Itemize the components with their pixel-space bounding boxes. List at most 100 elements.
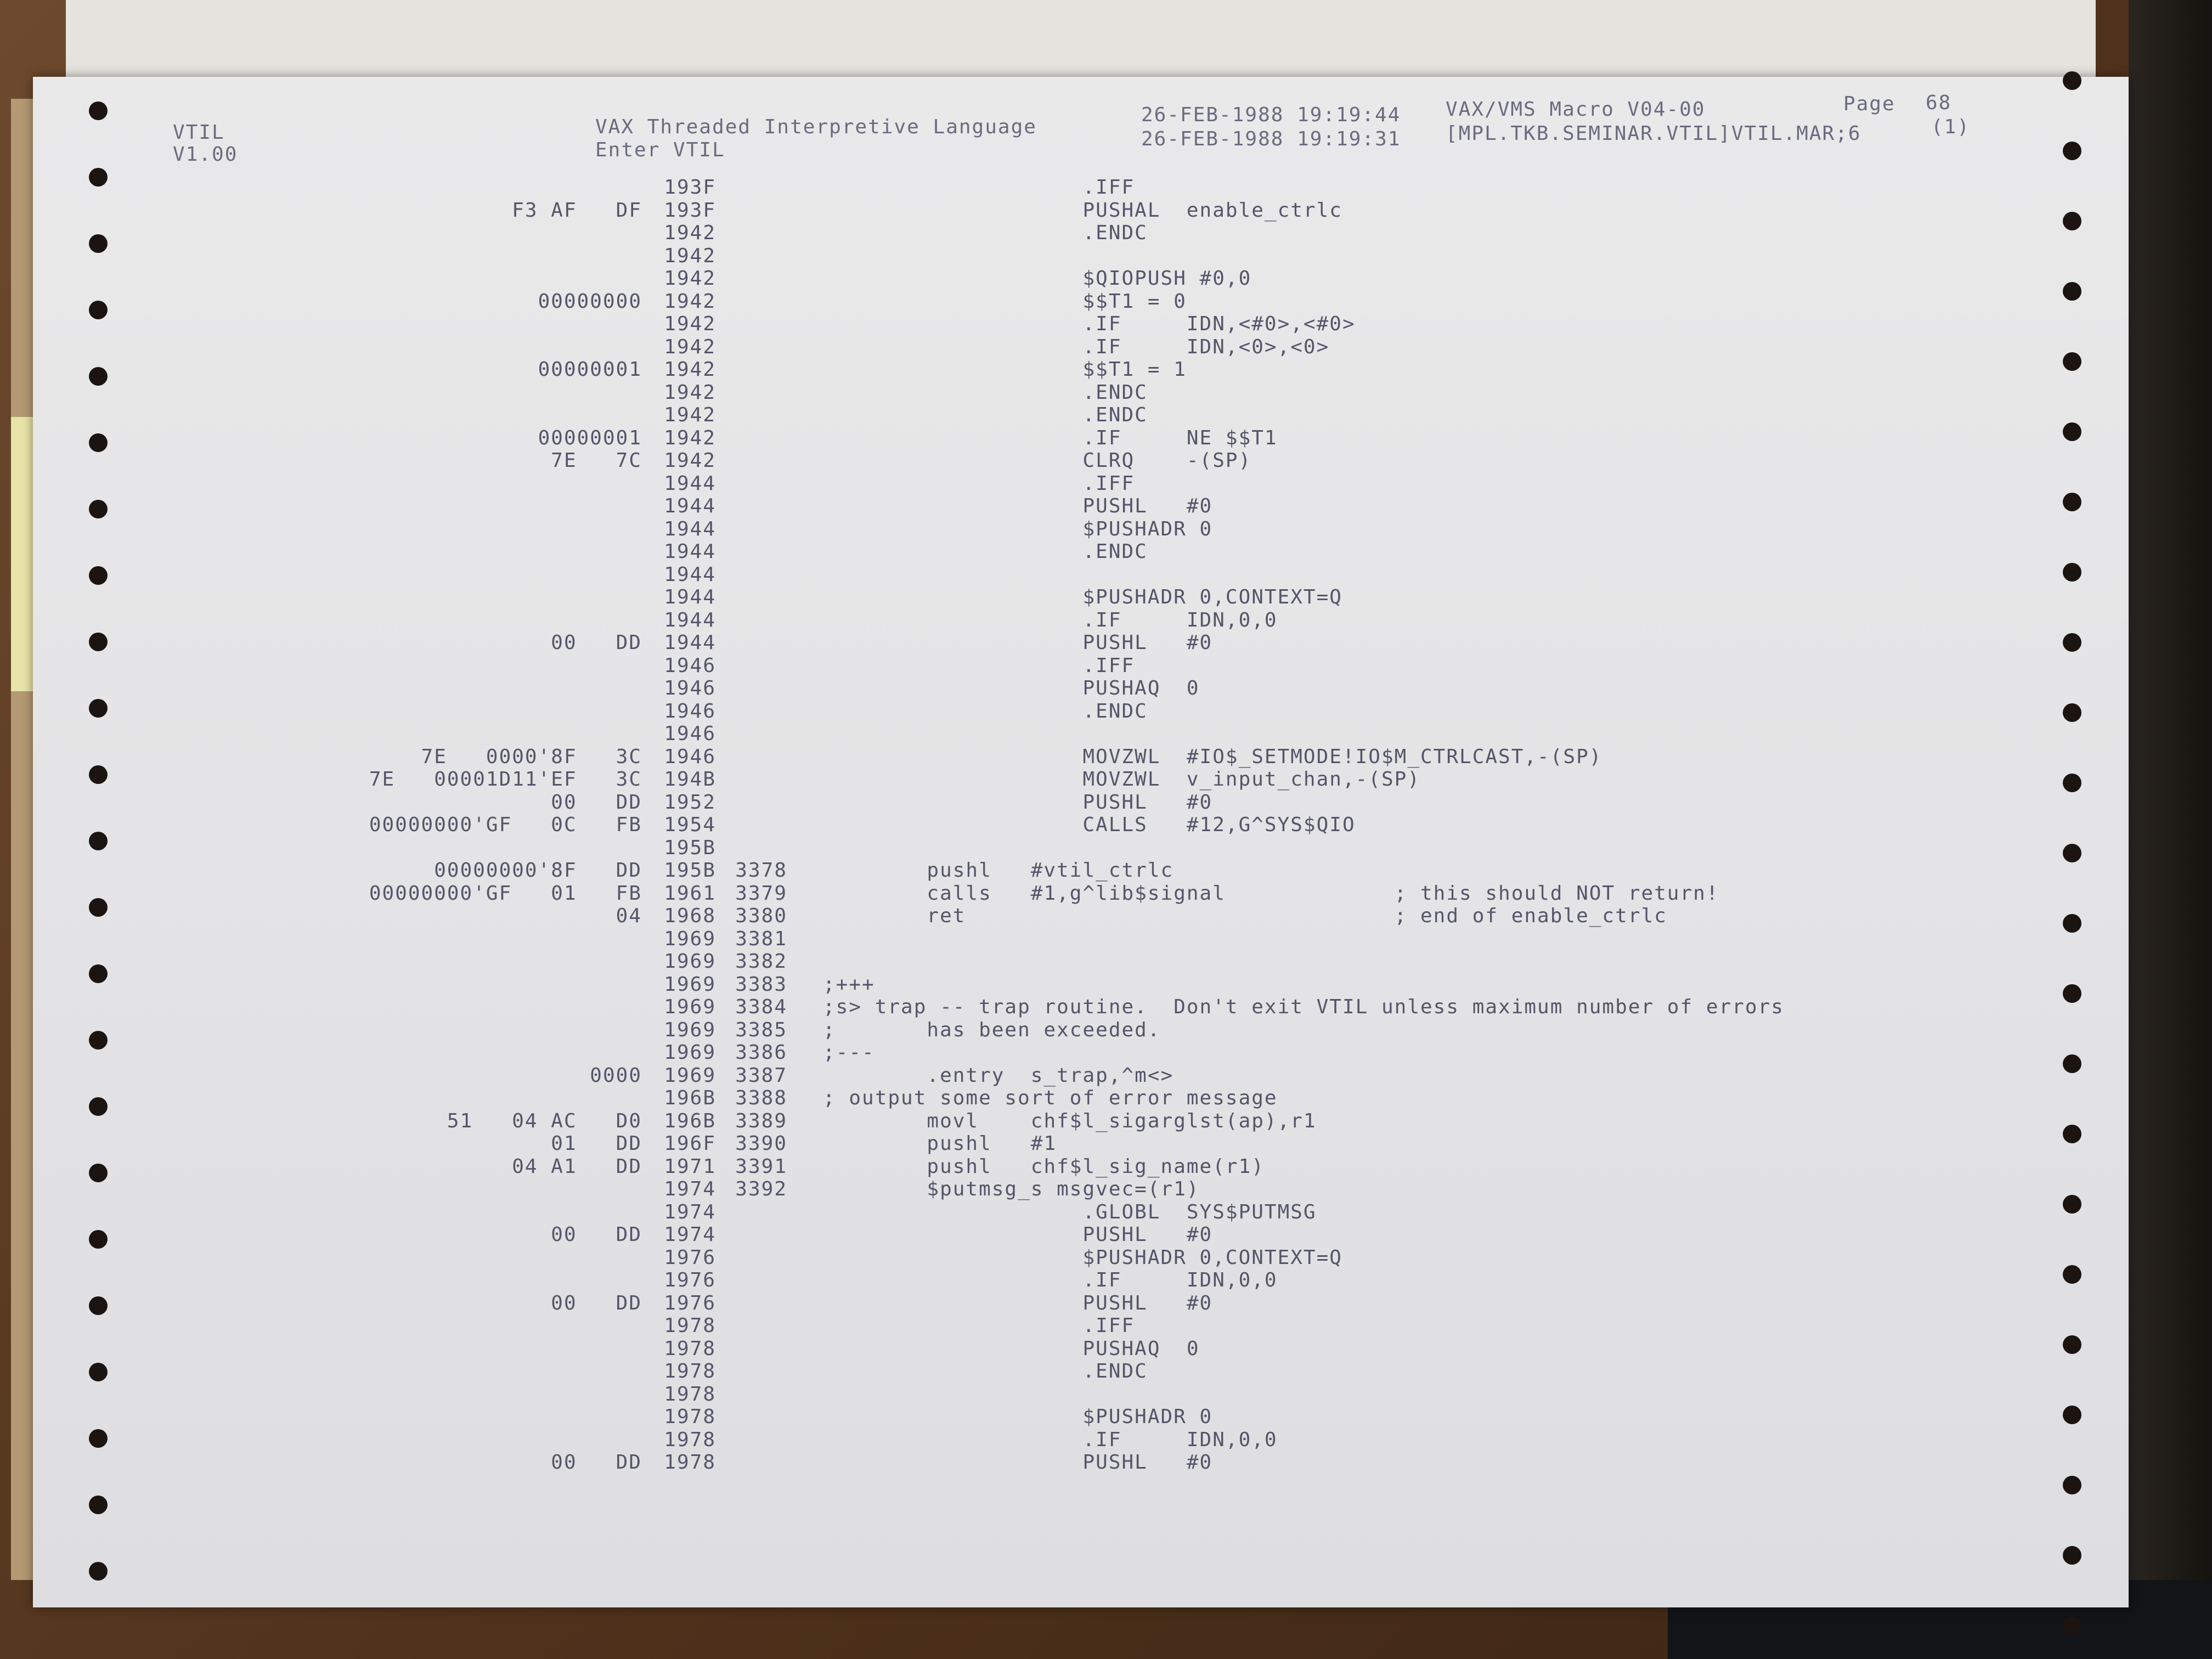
listing-line-number: 3382: [735, 950, 787, 973]
listing-source: .ENDC: [823, 222, 1148, 244]
listing-source: $PUSHADR 0,CONTEXT=Q: [823, 586, 1342, 608]
listing-source: .IF IDN,0,0: [823, 608, 1278, 631]
listing-object-code: 00 DD: [551, 1291, 642, 1314]
listing-object-code: 00000001: [538, 358, 642, 381]
listing-location: 1969: [664, 1018, 716, 1041]
listing-source: .IF NE $$T1: [823, 426, 1278, 449]
listing-location: 1969: [664, 1064, 716, 1087]
listing-source: PUSHL #0: [823, 631, 1213, 654]
listing-location: 1946: [664, 745, 716, 768]
listing-location: 1944: [664, 540, 716, 563]
listing-location: 195B: [664, 836, 716, 859]
listing-source: $PUSHADR 0,CONTEXT=Q: [823, 1246, 1342, 1269]
listing-location: 1974: [664, 1200, 716, 1223]
listing-location: 1942: [664, 267, 716, 290]
listing-location: 1944: [664, 563, 716, 586]
listing-line-number: 3378: [735, 859, 787, 882]
listing-location: 1974: [664, 1223, 716, 1246]
listing-location: 1978: [664, 1406, 716, 1428]
listing-source: movl chf$l_sigarglst(ap),r1: [823, 1109, 1317, 1132]
assembly-listing: 193F .IFF F3 AF DF 193F PUSHAL enable_ctrl…: [33, 77, 2129, 1607]
listing-source: pushl #vtil_ctrlc: [823, 859, 1174, 882]
listing-source: ;+++: [823, 973, 875, 996]
listing-object-code: 51 04 AC D0: [447, 1109, 642, 1132]
listing-location: 1942: [664, 313, 716, 335]
listing-object-code: 7E 0000'8F 3C: [421, 745, 642, 768]
listing-location: 1978: [664, 1314, 716, 1337]
listing-line-number: 3385: [735, 1018, 787, 1041]
listing-line-number: 3387: [735, 1064, 787, 1087]
listing-line-number: 3379: [735, 882, 787, 905]
listing-source: PUSHAL enable_ctrlc: [823, 199, 1342, 222]
listing-object-code: 00000000'GF 0C FB: [369, 814, 642, 836]
listing-object-code: 00000001: [538, 426, 642, 449]
listing-source: pushl chf$l_sig_name(r1): [823, 1155, 1265, 1178]
listing-source: ;s> trap -- trap routine. Don't exit VTI…: [823, 996, 1784, 1018]
listing-location: 1944: [664, 631, 716, 654]
listing-location: 1969: [664, 950, 716, 973]
listing-line-number: 3380: [735, 905, 787, 927]
listing-object-code: 01 DD: [551, 1132, 642, 1155]
listing-source: ;---: [823, 1041, 875, 1064]
listing-line-number: 3391: [735, 1155, 787, 1178]
listing-line-number: 3389: [735, 1109, 787, 1132]
listing-location: 196F: [664, 1132, 716, 1155]
listing-location: 1942: [664, 426, 716, 449]
listing-location: 1978: [664, 1383, 716, 1406]
listing-source: .ENDC: [823, 1360, 1148, 1383]
listing-object-code: 00 DD: [551, 631, 642, 654]
listing-object-code: 7E 7C: [551, 449, 642, 472]
listing-line-number: 3386: [735, 1041, 787, 1064]
listing-source: PUSHAQ 0: [823, 1337, 1200, 1360]
listing-source: PUSHL #0: [823, 1291, 1213, 1314]
listing-source: .IFF: [823, 1314, 1135, 1337]
listing-location: 1942: [664, 222, 716, 244]
listing-object-code: 00 DD: [551, 1451, 642, 1474]
listing-source: $PUSHADR 0: [823, 517, 1213, 540]
listing-line-number: 3381: [735, 927, 787, 950]
listing-source: .entry s_trap,^m<>: [823, 1064, 1174, 1087]
listing-location: 1942: [664, 404, 716, 426]
listing-location: 1978: [664, 1337, 716, 1360]
listing-source: .ENDC: [823, 404, 1148, 426]
listing-location: 1942: [664, 381, 716, 404]
listing-location: 193F: [664, 199, 716, 222]
listing-source: $PUSHADR 0: [823, 1406, 1213, 1428]
listing-object-code: 04: [616, 905, 642, 927]
listing-location: 1971: [664, 1155, 716, 1178]
listing-location: 1946: [664, 654, 716, 677]
listing-location: 1969: [664, 1041, 716, 1064]
listing-source: .IFF: [823, 654, 1135, 677]
listing-source: .IFF: [823, 472, 1135, 495]
listing-object-code: 00000000'GF 01 FB: [369, 882, 642, 905]
listing-source: .IF IDN,0,0: [823, 1269, 1278, 1291]
dark-background-right: [2129, 0, 2212, 1591]
listing-source: $putmsg_s msgvec=(r1): [823, 1178, 1200, 1200]
listing-location: 1976: [664, 1269, 716, 1291]
listing-line-number: 3383: [735, 973, 787, 996]
listing-line-number: 3384: [735, 996, 787, 1018]
listing-location: 1976: [664, 1291, 716, 1314]
listing-source: .IF IDN,0,0: [823, 1428, 1278, 1451]
listing-location: 1969: [664, 996, 716, 1018]
listing-source: CALLS #12,G^SYS$QIO: [823, 814, 1356, 836]
printout-page: VTIL V1.00 VAX Threaded Interpretive Lan…: [33, 71, 2129, 1635]
listing-location: 1976: [664, 1246, 716, 1269]
listing-location: 1978: [664, 1451, 716, 1474]
listing-location: 1969: [664, 973, 716, 996]
listing-source: PUSHL #0: [823, 1223, 1213, 1246]
previous-sheet-edge: [66, 0, 2096, 88]
listing-line-number: 3392: [735, 1178, 787, 1200]
listing-source: PUSHL #0: [823, 1451, 1213, 1474]
listing-location: 1969: [664, 927, 716, 950]
listing-object-code: 7E 00001D11'EF 3C: [369, 768, 642, 791]
listing-location: 196B: [664, 1109, 716, 1132]
listing-source: .GLOBL SYS$PUTMSG: [823, 1200, 1317, 1223]
listing-object-code: 00000000'8F DD: [434, 859, 642, 882]
listing-source: pushl #1: [823, 1132, 1057, 1155]
listing-location: 1978: [664, 1428, 716, 1451]
listing-source: $QIOPUSH #0,0: [823, 267, 1252, 290]
listing-location: 195B: [664, 859, 716, 882]
listing-source: $$T1 = 1: [823, 358, 1187, 381]
listing-source: PUSHL #0: [823, 495, 1213, 517]
